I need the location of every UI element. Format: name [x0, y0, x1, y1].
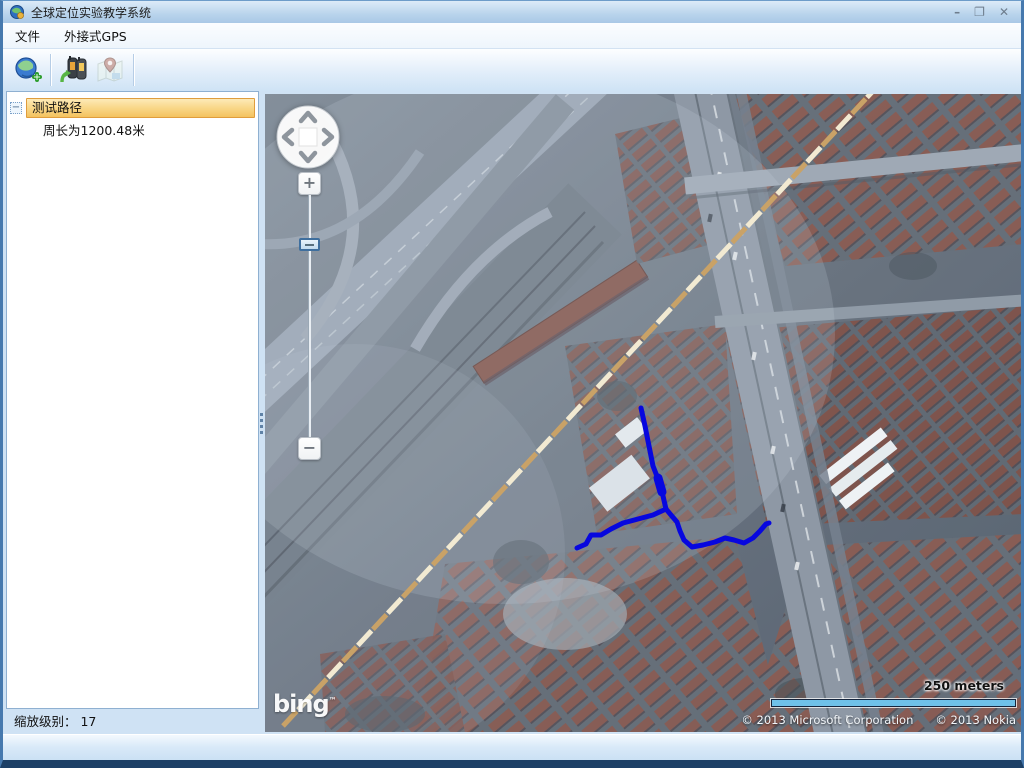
copyright-microsoft: © 2013 Microsoft Corporation	[741, 713, 913, 727]
splitter-grip	[260, 413, 263, 437]
gps-connect-button[interactable]	[56, 52, 92, 88]
satellite-imagery	[265, 94, 1024, 732]
window-title: 全球定位实验教学系统	[31, 4, 954, 21]
bing-logo[interactable]: bing™	[273, 690, 337, 718]
title-bar: 全球定位实验教学系统 – ❐ ✕	[3, 1, 1021, 23]
tree-node-perimeter[interactable]: 周长为1200.48米	[43, 122, 258, 140]
zoom-slider-track[interactable]	[308, 195, 311, 437]
route-tree-panel: − 测试路径 周长为1200.48米	[6, 91, 259, 709]
menu-bar: 文件 外接式GPS	[3, 23, 1021, 49]
zoom-slider-handle[interactable]	[299, 238, 320, 251]
copyright-nokia: © 2013 Nokia	[935, 713, 1016, 727]
add-globe-button[interactable]	[9, 52, 45, 88]
globe-plus-icon	[12, 55, 42, 85]
restore-button[interactable]: ❐	[974, 5, 985, 19]
map-pin-icon	[95, 55, 125, 85]
gps-devices-icon	[58, 54, 90, 86]
app-window: 全球定位实验教学系统 – ❐ ✕ 文件 外接式GPS	[0, 0, 1024, 768]
tree-node-test-path[interactable]: 测试路径	[26, 98, 255, 118]
toolbar	[3, 49, 1021, 91]
tree-row: − 测试路径	[10, 98, 255, 118]
scale-bar	[771, 699, 1016, 707]
scale-label: 250 meters	[924, 678, 1004, 693]
toolbar-separator	[133, 54, 134, 86]
zoom-level-status: 缩放级别： 17	[6, 709, 259, 734]
minimize-button[interactable]: –	[954, 5, 960, 19]
menu-file[interactable]: 文件	[3, 22, 52, 49]
map-locate-button	[92, 52, 128, 88]
trademark-symbol: ™	[329, 696, 337, 705]
menu-external-gps[interactable]: 外接式GPS	[52, 22, 139, 49]
zoom-in-button[interactable]: +	[298, 172, 321, 195]
zoom-out-button[interactable]: −	[298, 437, 321, 460]
map-canvas[interactable]: + − bing™ 250 meters © 2013 Microsoft Co…	[265, 94, 1024, 732]
toolbar-separator	[50, 54, 51, 86]
tree-collapse-icon[interactable]: −	[10, 102, 22, 114]
status-bar	[3, 734, 1021, 760]
close-button[interactable]: ✕	[999, 5, 1009, 19]
map-copyright: © 2013 Microsoft Corporation © 2013 Noki…	[741, 713, 1016, 727]
app-globe-icon	[9, 4, 25, 20]
map-pan-control[interactable]	[275, 104, 341, 170]
